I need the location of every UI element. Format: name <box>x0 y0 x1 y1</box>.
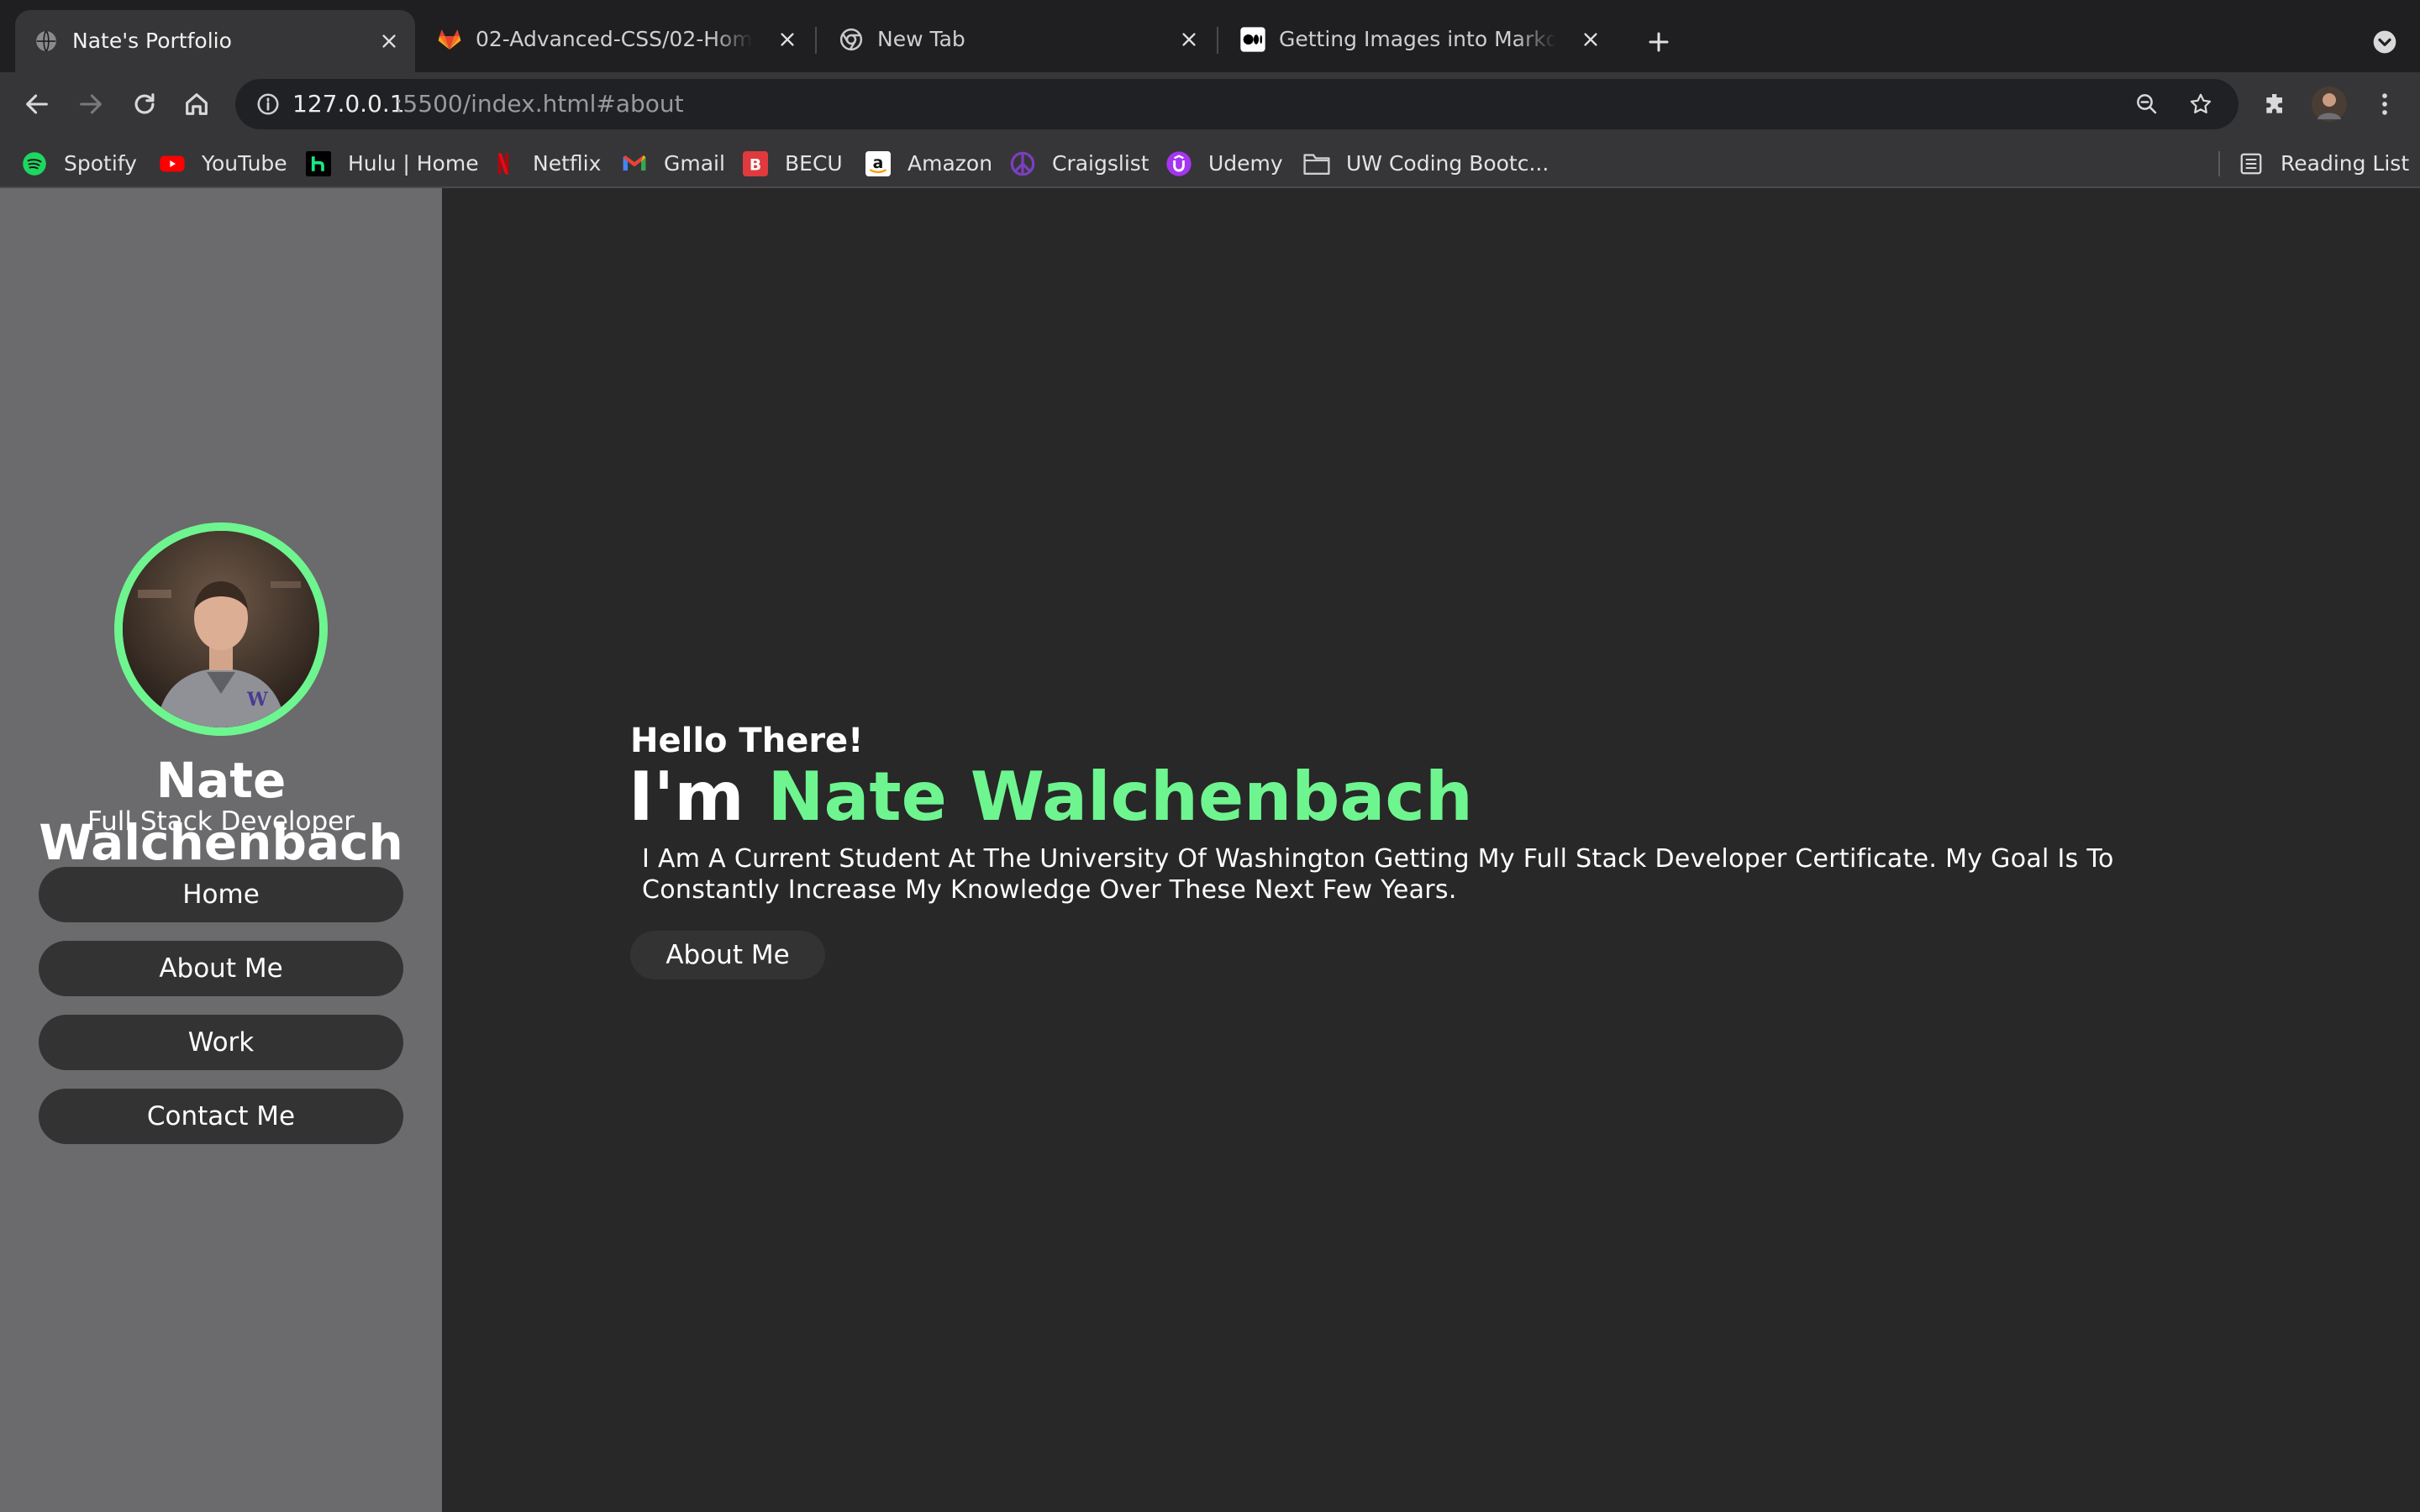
hulu-icon <box>304 150 333 178</box>
nav-work-button[interactable]: Work <box>39 1015 403 1070</box>
profile-photo: W <box>123 531 319 727</box>
folder-icon <box>1302 150 1331 178</box>
bookmark-label: YouTube <box>202 151 287 176</box>
bookmark-star-icon[interactable] <box>2186 90 2215 118</box>
amazon-icon: a <box>864 150 892 178</box>
new-tab-icon[interactable] <box>1642 25 1676 59</box>
youtube-icon <box>158 150 187 178</box>
bookmark-item[interactable]: Spotify <box>20 141 137 186</box>
bookmark-item[interactable]: B BECU <box>741 141 843 186</box>
tab-strip: Nate's Portfolio 02-Advanced-CSS/02-Homew… <box>0 0 2420 72</box>
hero-title: I'm Nate Walchenbach <box>629 754 1473 840</box>
svg-text:W: W <box>246 689 268 711</box>
avatar: W <box>114 522 328 736</box>
back-icon[interactable] <box>20 87 54 121</box>
nav-about-me-button[interactable]: About Me <box>39 941 403 996</box>
reading-list-label: Reading List <box>2281 151 2410 176</box>
close-tab-icon[interactable] <box>1578 27 1603 52</box>
home-icon[interactable] <box>180 87 213 121</box>
nav-home-button[interactable]: Home <box>39 867 403 922</box>
address-bar[interactable]: 127.0.0.1 :5500/index.html#about <box>235 79 2238 129</box>
bookmark-label: Hulu | Home <box>348 151 479 176</box>
profile-avatar[interactable] <box>2311 86 2348 123</box>
close-tab-icon[interactable] <box>775 27 800 52</box>
bookmark-label: Craigslist <box>1052 151 1150 176</box>
tab-search-icon[interactable] <box>2368 25 2402 59</box>
browser-tab[interactable]: Getting Images into Markdown <box>1222 13 1620 66</box>
hero-name: Nate Walchenbach <box>767 758 1473 836</box>
globe-icon <box>32 27 60 55</box>
hero-description: I Am A Current Student At The University… <box>642 844 2114 905</box>
main-content: Hello There! I'm Nate Walchenbach I Am A… <box>442 188 2420 1512</box>
bookmark-label: Amazon <box>908 151 993 176</box>
bookmark-label: Spotify <box>64 151 137 176</box>
becu-icon: B <box>741 150 770 178</box>
tab-title: 02-Advanced-CSS/02-Homework <box>476 27 753 51</box>
gmail-icon <box>620 150 649 178</box>
gitlab-icon <box>435 25 464 54</box>
tab-title: Nate's Portfolio <box>72 29 232 53</box>
bookmark-label: Netflix <box>533 151 602 176</box>
browser-tab[interactable]: 02-Advanced-CSS/02-Homework <box>418 13 817 66</box>
svg-text:B: B <box>750 157 761 175</box>
tab-separator <box>815 27 817 54</box>
menu-kebab-icon[interactable] <box>2368 87 2402 121</box>
bookmarks-bar: Spotify YouTube Hulu | Home Netflix Gmail B BE… <box>0 141 2420 186</box>
bookmark-label: UW Coding Bootc... <box>1346 151 1549 176</box>
portfolio-page: W Nate Walchenbach Full Stack Developer … <box>0 188 2420 1512</box>
bookmark-item[interactable]: Craigslist <box>1008 141 1150 186</box>
netflix-icon <box>489 150 518 178</box>
tab-separator <box>1217 27 1218 54</box>
browser-chrome: Nate's Portfolio 02-Advanced-CSS/02-Homew… <box>0 0 2420 188</box>
zoom-icon[interactable] <box>2133 90 2161 118</box>
tab-title: Getting Images into Markdown <box>1279 27 1556 51</box>
close-tab-icon[interactable] <box>376 29 402 54</box>
bookmark-item[interactable]: Udemy <box>1165 141 1283 186</box>
browser-tab[interactable]: Nate's Portfolio <box>15 10 415 72</box>
browser-tab[interactable]: New Tab <box>820 13 1218 66</box>
chrome-icon <box>837 25 865 54</box>
bookmark-item[interactable]: Netflix <box>489 141 601 186</box>
site-info-icon[interactable] <box>254 90 282 118</box>
medium-icon <box>1239 25 1267 54</box>
craigslist-icon <box>1008 150 1037 178</box>
bookmark-label: Udemy <box>1208 151 1283 176</box>
udemy-icon <box>1165 150 1193 178</box>
reading-list-button[interactable]: Reading List <box>2237 141 2409 186</box>
forward-icon[interactable] <box>74 87 108 121</box>
hero-intro: I'm <box>629 758 744 836</box>
bookmark-item[interactable]: Hulu | Home <box>304 141 479 186</box>
address-path: :5500/index.html#about <box>395 90 684 118</box>
nav-contact-me-button[interactable]: Contact Me <box>39 1089 403 1144</box>
bookmark-item[interactable]: YouTube <box>158 141 287 186</box>
tab-title: New Tab <box>877 27 965 51</box>
spotify-icon <box>20 150 49 178</box>
extensions-icon[interactable] <box>2259 87 2292 121</box>
bookmark-label: Gmail <box>664 151 725 176</box>
reload-icon[interactable] <box>128 87 161 121</box>
sidebar: W Nate Walchenbach Full Stack Developer … <box>0 188 442 1512</box>
reading-list-icon <box>2237 150 2265 178</box>
svg-text:a: a <box>873 155 884 172</box>
about-me-button[interactable]: About Me <box>630 931 825 979</box>
bookmark-item[interactable]: UW Coding Bootc... <box>1302 141 1549 186</box>
sidebar-role: Full Stack Developer <box>87 806 355 837</box>
bookmark-item[interactable]: a Amazon <box>864 141 992 186</box>
address-host: 127.0.0.1 <box>292 90 405 118</box>
close-tab-icon[interactable] <box>1176 27 1202 52</box>
browser-toolbar: 127.0.0.1 :5500/index.html#about Spotify… <box>0 72 2420 188</box>
bookmark-item[interactable]: Gmail <box>620 141 725 186</box>
bookmark-label: BECU <box>785 151 843 176</box>
bookmarks-separator <box>2218 151 2220 176</box>
